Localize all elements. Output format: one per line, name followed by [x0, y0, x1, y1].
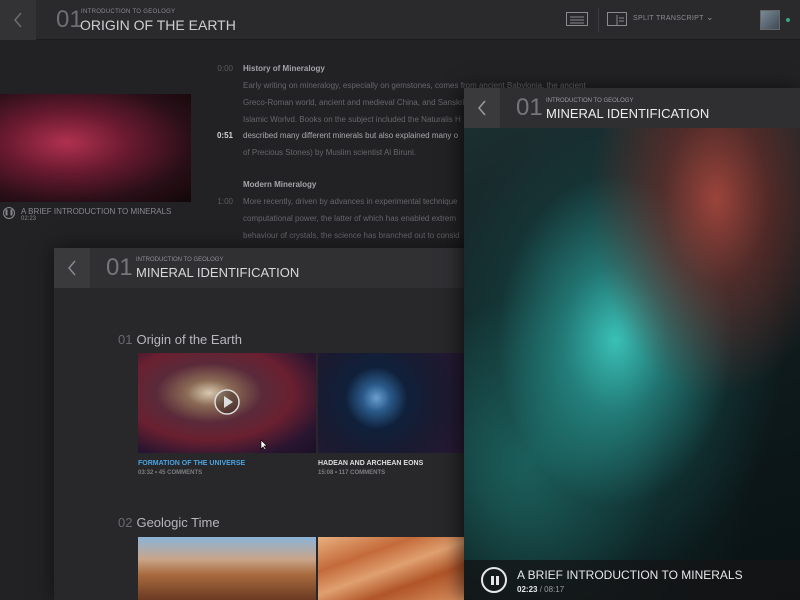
lesson-title: MINERAL IDENTIFICATION [546, 106, 710, 121]
video-card-thumbnail[interactable] [318, 537, 464, 600]
transcript-heading: Modern Mineralogy [243, 180, 317, 189]
play-icon[interactable] [213, 388, 241, 416]
cursor-icon [260, 439, 268, 451]
section-number: 02 [118, 515, 133, 530]
split-transcript-icon[interactable] [607, 12, 627, 26]
back-button[interactable] [54, 248, 90, 288]
transcript-active-time[interactable]: 0:51 [213, 131, 233, 140]
section-number: 01 [118, 332, 133, 347]
course-kicker: INTRODUCTION TO GEOLOGY [81, 9, 176, 15]
transcript-line-active: described many different minerals but al… [243, 131, 459, 140]
lesson-number: 01 [106, 254, 133, 281]
transcript-line: Greco-Roman world, ancient and medieval … [243, 98, 467, 107]
video-card-thumbnail[interactable] [138, 537, 316, 600]
comment-count[interactable]: 117 COMMENTS [339, 470, 385, 476]
current-time: 02:23 [517, 585, 538, 594]
divider [598, 8, 599, 32]
transcript-line: More recently, driven by advances in exp… [243, 197, 458, 206]
video-card-thumbnail[interactable] [318, 353, 464, 453]
section-heading: 01 Origin of the Earth [118, 332, 242, 347]
video-time: 02:23 / 08:17 [517, 585, 565, 594]
transcript-time[interactable]: 1:00 [213, 197, 233, 206]
avatar[interactable] [760, 10, 780, 30]
back-chevron-icon [478, 100, 486, 116]
transcript-time[interactable]: 0:00 [213, 64, 233, 73]
split-transcript-button[interactable]: SPLIT TRANSCRIPT [633, 15, 704, 22]
transcript-line: of Precious Stones) by Muslim scientist … [243, 148, 416, 157]
video-thumbnail[interactable] [0, 94, 191, 202]
back-chevron-icon [14, 12, 22, 28]
lesson-number: 01 [56, 6, 83, 33]
section-title: Origin of the Earth [136, 332, 242, 347]
video-player-window: 01 INTRODUCTION TO GEOLOGY MINERAL IDENT… [464, 88, 800, 600]
course-kicker: INTRODUCTION TO GEOLOGY [546, 98, 634, 104]
chevron-down-icon[interactable]: ⌄ [706, 12, 714, 23]
course-list-header: 01 INTRODUCTION TO GEOLOGY MINERAL IDENT… [54, 248, 474, 288]
course-list-window: 01 INTRODUCTION TO GEOLOGY MINERAL IDENT… [54, 248, 474, 600]
video-frame[interactable] [464, 128, 800, 600]
transcript-line: Islamic Worlvd. Books on the subject inc… [243, 115, 461, 124]
section-heading: 02 Geologic Time [118, 515, 220, 530]
transcript-heading: History of Mineralogy [243, 64, 325, 73]
section-title: Geologic Time [136, 515, 220, 530]
list-view-icon[interactable] [566, 12, 588, 26]
comment-count[interactable]: 45 COMMENTS [159, 470, 202, 476]
back-button[interactable] [464, 88, 500, 128]
video-card-thumbnail[interactable] [138, 353, 316, 453]
video-card-meta: 15:08 • 117 COMMENTS [318, 470, 386, 476]
pause-icon[interactable]: ❚❚ [3, 207, 15, 219]
video-duration: 15:08 [318, 470, 334, 476]
video-title: A BRIEF INTRODUCTION TO MINERALS [517, 568, 743, 582]
video-title: A BRIEF INTRODUCTION TO MINERALS [21, 207, 172, 216]
video-card-title[interactable]: FORMATION OF THE UNIVERSE [138, 460, 245, 467]
transcript-line: computational power, the latter of which… [243, 214, 457, 223]
pause-icon[interactable] [481, 567, 507, 593]
background-header: 01 INTRODUCTION TO GEOLOGY ORIGIN OF THE… [0, 0, 800, 40]
course-kicker: INTRODUCTION TO GEOLOGY [136, 257, 224, 263]
online-status-dot [786, 18, 790, 22]
lesson-title: ORIGIN OF THE EARTH [80, 17, 236, 33]
lesson-number: 01 [516, 94, 543, 121]
video-card-title[interactable]: HADEAN AND ARCHEAN EONS [318, 460, 423, 467]
video-time: 02:23 [21, 216, 37, 222]
player-controls: A BRIEF INTRODUCTION TO MINERALS 02:23 /… [464, 560, 800, 600]
video-player-header: 01 INTRODUCTION TO GEOLOGY MINERAL IDENT… [464, 88, 800, 128]
transcript-line: behaviour of crystals, the science has b… [243, 231, 460, 240]
back-chevron-icon [68, 260, 76, 276]
total-time: 08:17 [544, 585, 565, 594]
lesson-title: MINERAL IDENTIFICATION [136, 265, 300, 280]
video-duration: 03:32 [138, 470, 154, 476]
video-card-meta: 03:32 • 45 COMMENTS [138, 470, 203, 476]
back-button[interactable] [0, 0, 36, 40]
